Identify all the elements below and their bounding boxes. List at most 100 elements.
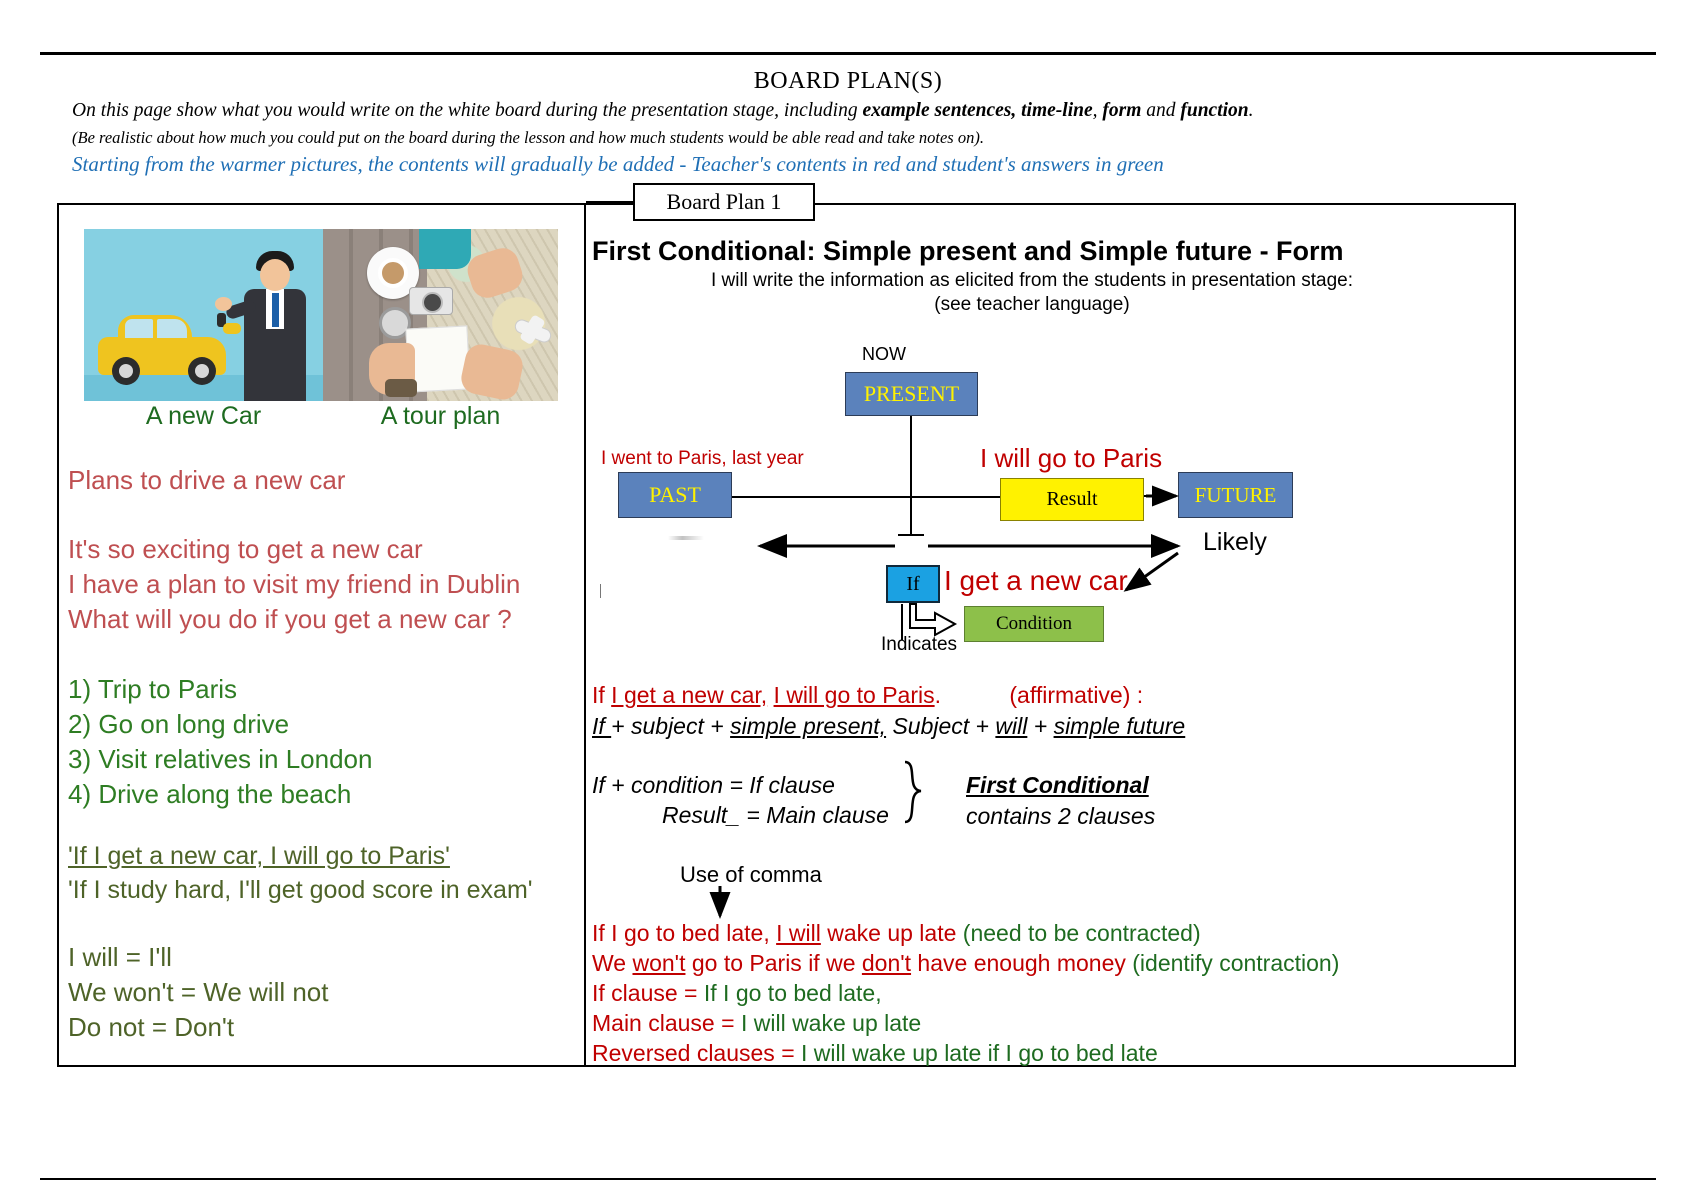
instruction-1c: ,: [1092, 100, 1103, 121]
instruction-line-2: (Be realistic about how much you could p…: [72, 128, 984, 147]
page-title: BOARD PLAN(S): [753, 68, 943, 94]
bottom-line-2: We won't go to Paris if we don't have en…: [592, 950, 1472, 977]
car-window-rear: [157, 319, 187, 338]
student-answer-1: 1) Trip to Paris: [68, 674, 238, 704]
bottom-5-green: I will wake up late if I go to bed late: [801, 1040, 1158, 1066]
contraction-2: We won't = We will not: [68, 977, 329, 1007]
likely-label: Likely: [1203, 528, 1267, 556]
caption-a-new-car: A new Car: [145, 402, 262, 430]
form-affirmative-label: (affirmative) :: [1009, 682, 1144, 708]
form-example-if-clause: I get a new car,: [611, 682, 768, 708]
example-quote-1: 'If I get a new car, I will go to Paris': [68, 842, 450, 870]
stray-pen-mark: [600, 584, 601, 598]
form-example-if: If: [592, 682, 612, 708]
future-box: FUTURE: [1178, 472, 1293, 518]
top-rule: [40, 52, 1656, 55]
warmer-pictures: [84, 229, 558, 401]
right-panel-subtitle-1: I will write the information as elicited…: [710, 270, 1354, 291]
timeline-now-tick: [898, 534, 924, 536]
condition-box: Condition: [964, 606, 1104, 642]
bottom-4-red: Main clause =: [592, 1010, 741, 1036]
form-pattern-subject: Subject +: [886, 713, 996, 739]
timeline-now-label: NOW: [862, 344, 906, 364]
bottom-2-note: (identify contraction): [1132, 950, 1340, 976]
tour-coffee-cup: [378, 258, 408, 288]
salesman-tie: [272, 293, 279, 327]
form-pattern-will: will: [995, 713, 1028, 739]
salesman-hand: [215, 297, 232, 311]
tab-connector-line: [586, 201, 634, 203]
bottom-3-green: If I go to bed late,: [703, 980, 882, 1006]
form-example-line: If I get a new car, I will go to Paris. …: [592, 682, 1452, 709]
teacher-sentence-2: I have a plan to visit my friend in Dubl…: [68, 569, 521, 599]
car-wheel-rear: [112, 357, 140, 385]
teacher-sentence-3: What will you do if you get a new car ?: [68, 604, 512, 634]
bottom-1-underline: I will: [776, 920, 821, 946]
bottom-line-1: If I go to bed late, I will wake up late…: [592, 920, 1472, 947]
indicates-label: Indicates: [881, 634, 958, 655]
contraction-3: Do not = Don't: [68, 1012, 235, 1042]
use-of-comma-label: Use of comma: [680, 862, 822, 887]
timeline-horizontal-line: [732, 496, 1002, 498]
board-column-divider: [584, 203, 586, 1067]
future-example-sentence: I will go to Paris: [980, 443, 1163, 473]
tour-image: [323, 229, 558, 401]
timeline-smudge: [668, 536, 704, 540]
bottom-1-red-a: If I go to bed late,: [592, 920, 777, 946]
bottom-2-red-b: go to Paris if we: [685, 950, 862, 976]
car-image: [84, 229, 323, 401]
form-pattern-line: If + subject + simple present, Subject +…: [592, 713, 1452, 740]
condition-example-sentence: I get a new car: [944, 565, 1128, 596]
form-pattern-mid: + subject +: [611, 713, 731, 739]
bottom-2-underline-1: won't: [632, 950, 686, 976]
teacher-sentence-1: It's so exciting to get a new car: [68, 534, 423, 564]
instruction-line-1: On this page show what you would write o…: [72, 100, 1632, 122]
form-example-period: .: [934, 682, 941, 708]
bottom-line-4: Main clause = I will wake up late: [592, 1010, 1472, 1037]
bottom-1-note: (need to be contracted): [962, 920, 1201, 946]
bottom-line-5: Reversed clauses = I will wake up late i…: [592, 1040, 1472, 1067]
instruction-1d: form: [1102, 100, 1142, 121]
bottom-5-red: Reversed clauses =: [592, 1040, 802, 1066]
bottom-2-red-a: We: [592, 950, 633, 976]
instruction-1g: .: [1248, 100, 1254, 121]
result-box: Result: [1000, 478, 1144, 521]
form-pattern-simple-present: simple present,: [730, 713, 887, 739]
instruction-1b: example sentences, time-line: [862, 100, 1093, 121]
bottom-rule: [40, 1178, 1656, 1180]
instruction-line-3: Starting from the warmer pictures, the c…: [72, 152, 1164, 176]
past-box: PAST: [618, 472, 732, 518]
if-box: If: [886, 565, 940, 603]
form-pattern-simple-future: simple future: [1053, 713, 1186, 739]
bottom-4-green: I will wake up late: [740, 1010, 922, 1036]
tour-camera-icon: [409, 287, 453, 315]
tour-teal-cloth: [419, 229, 471, 269]
picture-captions: A new Car A tour plan: [84, 402, 558, 431]
timeline-vertical-line: [910, 416, 912, 536]
student-answer-4: 4) Drive along the beach: [68, 779, 352, 809]
tour-wristwatch: [385, 379, 417, 397]
bottom-2-underline-2: don't: [861, 950, 912, 976]
student-answer-3: 3) Visit relatives in London: [68, 744, 373, 774]
board-plan-tab[interactable]: Board Plan 1: [633, 183, 815, 221]
instruction-1a: On this page show what you would write o…: [72, 100, 863, 121]
first-conditional-label: First Conditional: [966, 772, 1149, 798]
bottom-3-red: If clause =: [592, 980, 704, 1006]
bottom-2-red-c: have enough money: [911, 950, 1133, 976]
example-quote-2: 'If I study hard, I'll get good score in…: [68, 876, 533, 904]
right-panel-title: First Conditional: Simple present and Si…: [592, 236, 1344, 266]
car-wheel-front: [188, 357, 216, 385]
bottom-1-red-b: wake up late: [820, 920, 963, 946]
instruction-1e: and: [1141, 100, 1181, 121]
student-answer-2: 2) Go on long drive: [68, 709, 290, 739]
caption-a-tour-plan: A tour plan: [380, 402, 501, 430]
salesman-head: [260, 259, 290, 291]
contraction-1: I will = I'll: [68, 942, 172, 972]
right-panel-subtitle-2: (see teacher language): [934, 294, 1130, 315]
form-pattern-if: If: [592, 713, 612, 739]
past-example-sentence: I went to Paris, last year: [601, 448, 804, 469]
bottom-line-3: If clause = If I go to bed late,: [592, 980, 1472, 1007]
plans-heading: Plans to drive a new car: [68, 465, 346, 495]
car-key-fob-icon: [223, 323, 241, 334]
car-window-front: [125, 319, 153, 338]
